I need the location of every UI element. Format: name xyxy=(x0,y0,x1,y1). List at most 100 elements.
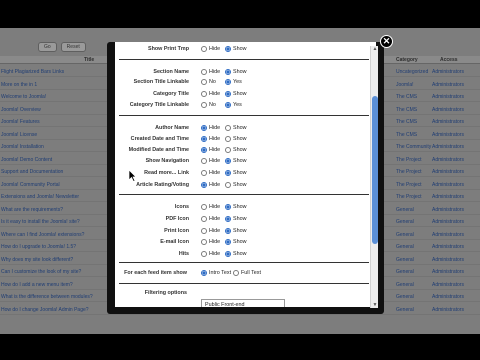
radio-option[interactable]: Show xyxy=(225,215,247,222)
scroll-up-icon[interactable]: ▲ xyxy=(372,46,378,52)
radio-button[interactable] xyxy=(201,215,207,222)
radio-option[interactable]: Show xyxy=(225,250,247,257)
article-title-link[interactable]: Joomla! Demo Content xyxy=(1,157,52,163)
scrollbar-thumb[interactable] xyxy=(372,96,378,244)
radio-button[interactable] xyxy=(201,157,207,164)
radio-button[interactable] xyxy=(225,169,231,176)
category-link[interactable]: The Project xyxy=(396,194,422,200)
category-link[interactable]: General xyxy=(396,282,414,288)
category-link[interactable]: Joomla! xyxy=(396,82,414,88)
article-title-link[interactable]: Extensions and Joomla! Newsletter xyxy=(1,194,79,200)
article-title-link[interactable]: Welcome to Joomla! xyxy=(1,94,46,100)
go-button[interactable]: Go xyxy=(38,42,57,52)
radio-button[interactable] xyxy=(201,181,207,188)
radio-option[interactable]: Full Text xyxy=(233,269,261,276)
radio-button[interactable] xyxy=(201,135,207,142)
radio-option[interactable]: Intro Text xyxy=(201,269,231,276)
radio-button[interactable] xyxy=(225,90,231,97)
article-title-link[interactable]: Joomla! Features xyxy=(1,119,40,125)
radio-option[interactable]: No xyxy=(201,78,216,85)
close-icon[interactable]: ✕ xyxy=(380,35,393,48)
radio-button[interactable] xyxy=(225,215,231,222)
radio-option[interactable]: Hide xyxy=(201,157,220,164)
scroll-down-icon[interactable]: ▼ xyxy=(372,302,378,308)
radio-button[interactable] xyxy=(201,78,207,85)
category-link[interactable]: General xyxy=(396,269,414,275)
radio-option[interactable]: Show xyxy=(225,135,247,142)
radio-option[interactable]: Hide xyxy=(201,169,220,176)
radio-option[interactable]: Hide xyxy=(201,68,220,75)
filtering-options-select[interactable]: Public Front-end xyxy=(201,299,285,307)
article-title-link[interactable]: Joomla! Community Portal xyxy=(1,182,60,188)
radio-button[interactable] xyxy=(225,101,231,108)
article-title-link[interactable]: More on the in 1 xyxy=(1,82,37,88)
column-title[interactable]: Title xyxy=(84,57,94,63)
category-link[interactable]: The CMS xyxy=(396,94,417,100)
article-title-link[interactable]: What is the difference between modules? xyxy=(1,294,93,300)
radio-option[interactable]: Show xyxy=(225,169,247,176)
radio-button[interactable] xyxy=(201,124,207,131)
radio-button[interactable] xyxy=(201,146,207,153)
radio-option[interactable]: Hide xyxy=(201,45,220,52)
article-title-link[interactable]: Can I customize the look of my site? xyxy=(1,269,81,275)
article-title-link[interactable]: Joomla! Overview xyxy=(1,107,41,113)
radio-button[interactable] xyxy=(225,135,231,142)
radio-option[interactable]: Hide xyxy=(201,146,220,153)
radio-button[interactable] xyxy=(233,269,239,276)
radio-button[interactable] xyxy=(225,68,231,75)
radio-option[interactable]: Show xyxy=(225,203,247,210)
article-title-link[interactable]: Joomla! License xyxy=(1,132,37,138)
radio-button[interactable] xyxy=(201,101,207,108)
radio-button[interactable] xyxy=(225,78,231,85)
radio-button[interactable] xyxy=(201,227,207,234)
radio-button[interactable] xyxy=(225,45,231,52)
radio-option[interactable]: Hide xyxy=(201,135,220,142)
radio-option[interactable]: Show xyxy=(225,90,247,97)
article-title-link[interactable]: Where can I find Joomla! extensions? xyxy=(1,232,84,238)
radio-option[interactable]: Show xyxy=(225,146,247,153)
radio-button[interactable] xyxy=(225,203,231,210)
radio-button[interactable] xyxy=(225,146,231,153)
category-link[interactable]: The Community xyxy=(396,144,431,150)
radio-button[interactable] xyxy=(201,68,207,75)
radio-button[interactable] xyxy=(201,238,207,245)
article-title-link[interactable]: How do I add a new menu item? xyxy=(1,282,73,288)
radio-button[interactable] xyxy=(225,227,231,234)
radio-option[interactable]: Hide xyxy=(201,124,220,131)
radio-button[interactable] xyxy=(201,250,207,257)
article-title-link[interactable]: Flight Plagiarized Bars Links xyxy=(1,69,64,75)
radio-option[interactable]: Hide xyxy=(201,238,220,245)
radio-button[interactable] xyxy=(201,45,207,52)
radio-button[interactable] xyxy=(225,238,231,245)
category-link[interactable]: Uncategorized xyxy=(396,69,428,75)
article-title-link[interactable]: Joomla! Installation xyxy=(1,144,44,150)
category-link[interactable]: General xyxy=(396,257,414,263)
radio-option[interactable]: Hide xyxy=(201,181,220,188)
radio-button[interactable] xyxy=(201,269,207,276)
category-link[interactable]: General xyxy=(396,244,414,250)
column-access[interactable]: Access xyxy=(440,57,458,63)
radio-option[interactable]: Yes xyxy=(225,101,242,108)
category-link[interactable]: General xyxy=(396,219,414,225)
category-link[interactable]: The Project xyxy=(396,157,422,163)
radio-button[interactable] xyxy=(201,203,207,210)
reset-button[interactable]: Reset xyxy=(60,42,86,52)
article-title-link[interactable]: How do I upgrade to Joomla! 1.5? xyxy=(1,244,76,250)
radio-button[interactable] xyxy=(225,250,231,257)
category-link[interactable]: The CMS xyxy=(396,132,417,138)
radio-button[interactable] xyxy=(225,181,231,188)
article-title-link[interactable]: How do I change Joomla! Admin Page? xyxy=(1,307,89,313)
radio-option[interactable]: Show xyxy=(225,238,247,245)
radio-option[interactable]: Hide xyxy=(201,203,220,210)
radio-button[interactable] xyxy=(225,157,231,164)
category-link[interactable]: General xyxy=(396,207,414,213)
radio-button[interactable] xyxy=(201,90,207,97)
article-title-link[interactable]: Is it easy to install the Joomla! site? xyxy=(1,219,80,225)
radio-option[interactable]: No xyxy=(201,101,216,108)
radio-option[interactable]: Show xyxy=(225,157,247,164)
article-title-link[interactable]: Support and Documentation xyxy=(1,169,63,175)
radio-option[interactable]: Show xyxy=(225,68,247,75)
radio-button[interactable] xyxy=(201,169,207,176)
article-title-link[interactable]: What are the requirements? xyxy=(1,207,63,213)
category-link[interactable]: The CMS xyxy=(396,107,417,113)
